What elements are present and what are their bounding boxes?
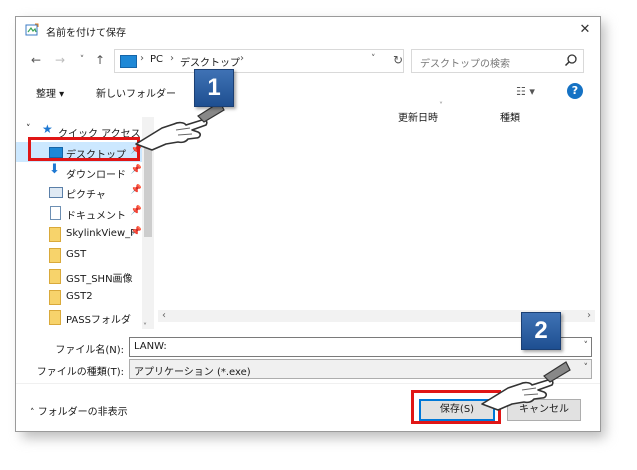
- expand-chevron-icon[interactable]: ˅: [26, 124, 31, 134]
- column-type[interactable]: 種類: [500, 109, 520, 124]
- scroll-left-icon[interactable]: ‹: [162, 310, 166, 321]
- title-bar: 名前を付けて保存 ✕: [16, 17, 600, 43]
- scroll-down-icon[interactable]: ˅: [143, 322, 147, 331]
- sidebar-item-gst[interactable]: GST: [16, 245, 142, 265]
- sidebar-item-label: ダウンロード: [66, 170, 126, 181]
- search-placeholder: デスクトップの検索: [420, 59, 510, 70]
- sidebar-item-label: ドキュメント: [66, 211, 126, 222]
- breadcrumb-separator-icon: ›: [170, 53, 174, 64]
- column-modified[interactable]: 更新日時: [398, 109, 438, 124]
- pin-icon: 📌: [130, 227, 142, 237]
- pin-icon: 📌: [130, 185, 142, 195]
- pictures-icon: [49, 187, 63, 198]
- filename-label: ファイル名(N):: [55, 345, 124, 356]
- search-icon[interactable]: [564, 53, 578, 67]
- sidebar-item-pass[interactable]: PASSフォルダ: [16, 307, 142, 327]
- pin-icon: 📌: [130, 165, 142, 175]
- sidebar-item-label: GST: [66, 249, 87, 260]
- sidebar-item-label: GST_SHN画像: [66, 274, 133, 285]
- breadcrumb-desktop[interactable]: デスクトップ: [180, 54, 240, 69]
- sidebar-item-label: ピクチャ: [66, 190, 106, 201]
- scroll-right-icon[interactable]: ›: [587, 310, 591, 321]
- save-dialog-icon: [25, 23, 39, 36]
- scrollbar-thumb[interactable]: [144, 147, 152, 237]
- step-2-badge: 2: [521, 312, 561, 350]
- sidebar-item-label: GST2: [66, 291, 93, 302]
- close-button[interactable]: ✕: [574, 19, 596, 41]
- sidebar-item-gst2[interactable]: GST2: [16, 287, 142, 307]
- address-dropdown-icon[interactable]: ˅: [371, 54, 376, 64]
- address-bar[interactable]: › PC › デスクトップ › ˅: [114, 49, 404, 73]
- folder-icon: [49, 227, 61, 242]
- sidebar-item-pictures[interactable]: ピクチャ 📌: [16, 182, 142, 202]
- chevron-up-icon: ˄: [30, 408, 35, 418]
- highlight-box-desktop: [28, 137, 140, 161]
- pc-icon: [120, 55, 137, 68]
- refresh-icon[interactable]: ↻: [389, 49, 407, 71]
- step-1-badge: 1: [194, 69, 234, 107]
- pin-icon: 📌: [130, 206, 142, 216]
- sidebar-item-gst-shn[interactable]: GST_SHN画像: [16, 266, 142, 286]
- window-title: 名前を付けて保存: [46, 28, 126, 39]
- sidebar-item-documents[interactable]: ドキュメント 📌: [16, 203, 142, 223]
- filetype-value: アプリケーション (*.exe): [134, 367, 251, 378]
- folder-icon: [49, 310, 61, 325]
- sidebar-item-label: PASSフォルダ: [66, 315, 131, 326]
- breadcrumb-separator-icon: ›: [140, 53, 144, 64]
- sidebar-item-skylinkview[interactable]: SkylinkView_F 📌: [16, 224, 142, 244]
- search-box[interactable]: デスクトップの検索: [411, 49, 584, 73]
- folder-icon: [49, 290, 61, 305]
- download-arrow-icon: ⬇: [49, 162, 60, 177]
- sidebar-item-label: SkylinkView_F: [66, 228, 136, 239]
- star-icon: ★: [42, 122, 53, 136]
- sort-indicator-icon: ˅: [439, 101, 443, 110]
- breadcrumb-separator-icon: ›: [240, 53, 244, 64]
- breadcrumb-pc[interactable]: PC: [150, 54, 163, 65]
- pointing-hand-icon: [481, 361, 571, 411]
- filetype-label: ファイルの種類(T):: [36, 367, 124, 378]
- recent-locations-chevron-icon[interactable]: ˅: [74, 51, 90, 69]
- document-icon: [50, 206, 61, 220]
- forward-arrow-icon[interactable]: →: [52, 51, 68, 69]
- folder-icon: [49, 269, 61, 284]
- help-icon[interactable]: ?: [567, 83, 583, 99]
- command-bar: 整理 ▾ 新しいフォルダー ☷ ▾ ?: [16, 79, 600, 105]
- hide-folders-label: フォルダーの非表示: [37, 407, 128, 418]
- organize-button[interactable]: 整理 ▾: [36, 85, 64, 100]
- hide-folders-toggle[interactable]: ˄ フォルダーの非表示: [30, 403, 128, 418]
- filename-value: LANW:: [134, 341, 167, 352]
- view-options-icon[interactable]: ☷ ▾: [516, 85, 535, 98]
- filename-dropdown-icon[interactable]: ˅: [584, 341, 589, 351]
- sidebar-item-downloads[interactable]: ⬇ ダウンロード 📌: [16, 162, 142, 182]
- up-arrow-icon[interactable]: ↑: [92, 51, 108, 69]
- back-arrow-icon[interactable]: ←: [28, 51, 44, 69]
- folder-icon: [49, 248, 61, 263]
- filetype-dropdown-icon[interactable]: ˅: [584, 363, 589, 373]
